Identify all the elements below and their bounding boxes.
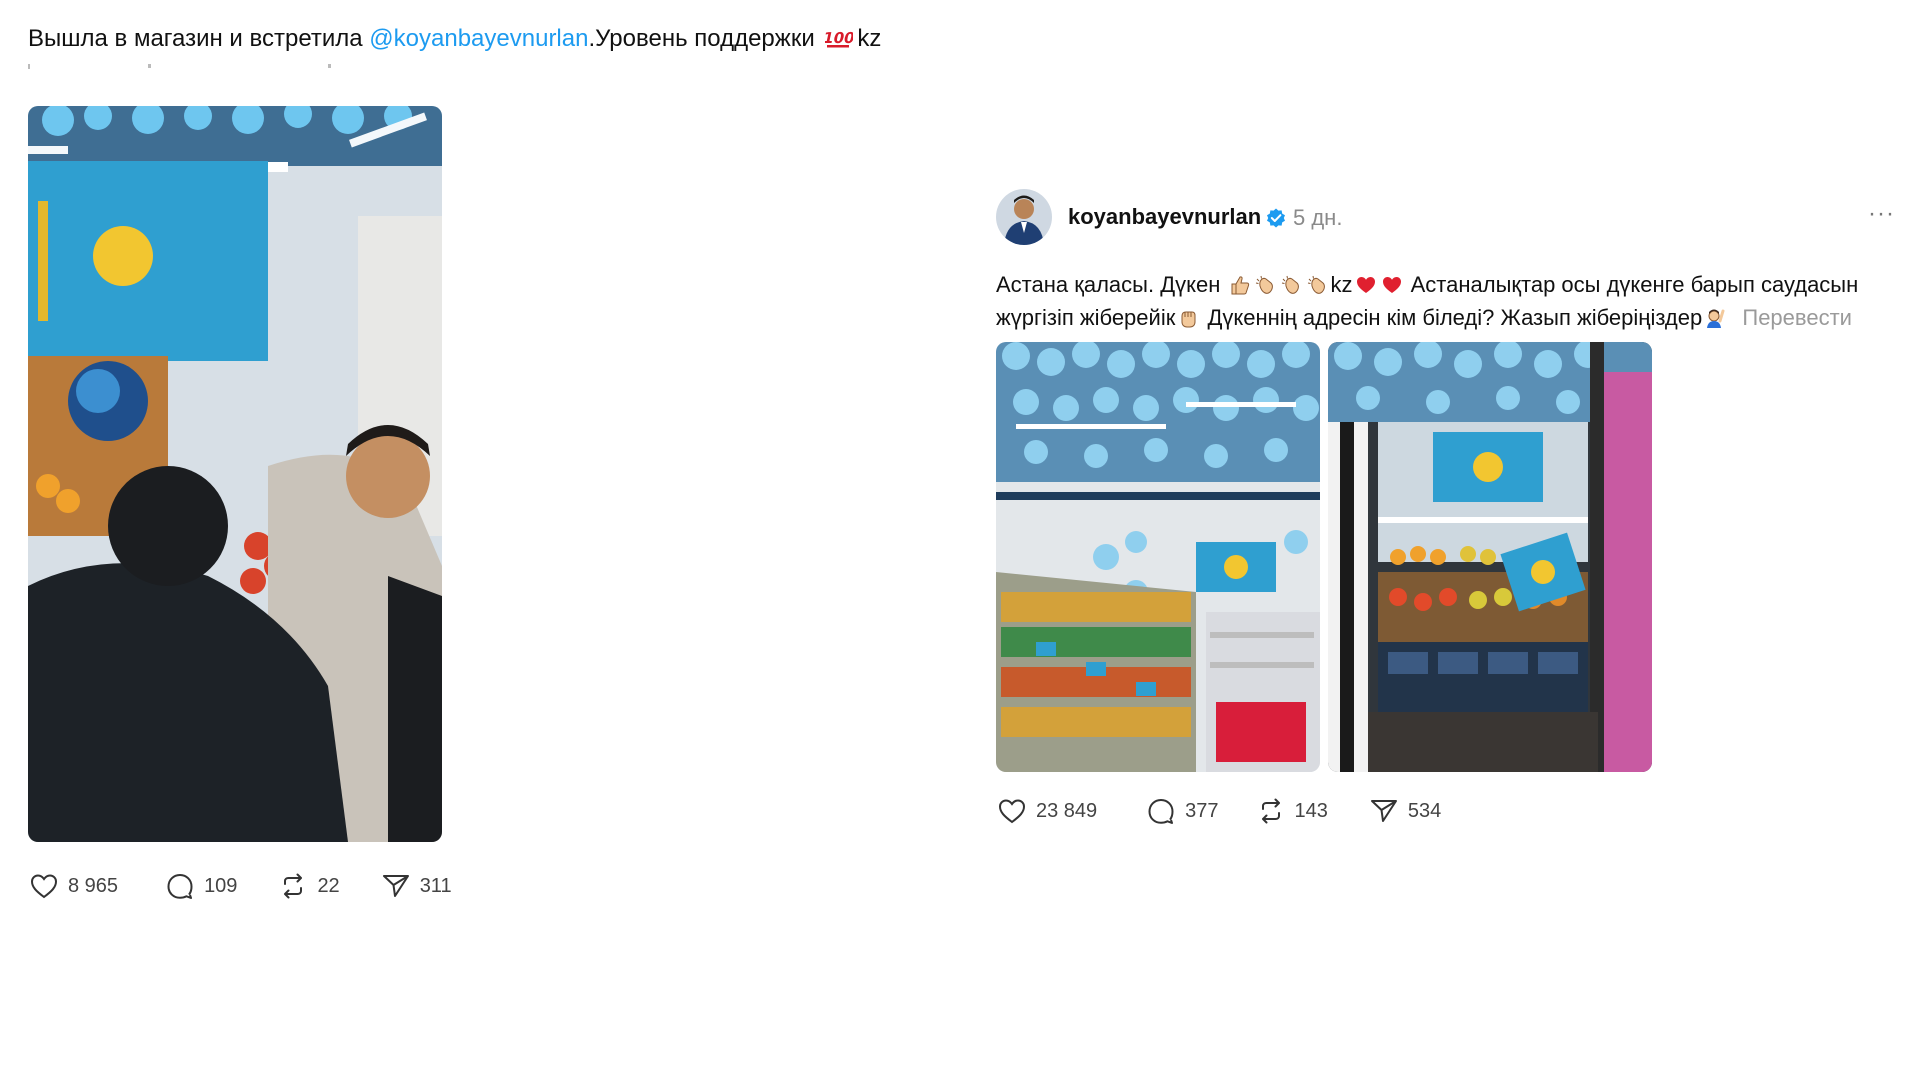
repost-icon	[284, 873, 303, 899]
clapping-hands-icon	[1307, 275, 1325, 294]
post-text-2: Астаналықтар осы дүкенге барып саудасын	[1404, 272, 1859, 297]
translate-link[interactable]: Перевести	[1742, 305, 1852, 330]
share-count: 534	[1407, 799, 1442, 822]
clapping-hands-icon	[1281, 275, 1299, 294]
person-raising-hand-icon	[1707, 309, 1725, 328]
clapping-hands-icon	[1255, 275, 1273, 294]
post-time: 5 дн.	[1293, 205, 1343, 230]
caption-kz: kz	[857, 25, 882, 52]
verified-badge-icon	[1267, 208, 1285, 228]
repost-button[interactable]: 143	[1255, 795, 1328, 827]
post-text: Астана қаласы. Дүкен	[996, 272, 1221, 297]
video-frame	[28, 106, 442, 842]
comment-count: 377	[1185, 799, 1219, 822]
like-count: 8 965	[68, 874, 119, 897]
comment-button[interactable]: 377	[1145, 795, 1219, 827]
raised-fist-icon	[1181, 311, 1196, 328]
mention-link[interactable]: @koyanbayevnurlan	[369, 25, 588, 52]
repost-count: 143	[1294, 799, 1328, 822]
comment-count: 109	[204, 874, 238, 897]
heart-icon	[30, 874, 58, 899]
share-button[interactable]: 311	[380, 870, 452, 902]
like-button[interactable]: 23 849	[996, 795, 1097, 827]
comment-icon	[167, 874, 193, 899]
avatar[interactable]	[996, 189, 1052, 245]
more-options-icon[interactable]: ···	[1868, 200, 1895, 228]
avatar-image	[996, 189, 1052, 245]
heart-icon	[998, 799, 1026, 824]
left-post-caption: Вышла в магазин и встретила @koyanbayevn…	[28, 22, 881, 53]
username[interactable]: koyanbayevnurlan	[1068, 204, 1261, 230]
post-text-line-2: жүргізіп жіберейік Дүкеннің адресін кім …	[996, 303, 1852, 331]
red-heart-icon	[1382, 277, 1401, 293]
right-post-actions: 23 849 377 143 534	[996, 795, 1441, 827]
send-icon	[382, 875, 409, 897]
post-text-line-1: Астана қаласы. Дүкен kz Астаналықтар осы…	[996, 270, 1858, 298]
repost-icon	[1261, 798, 1280, 824]
hundred-points-icon: 100	[825, 29, 853, 48]
comment-button[interactable]: 109	[164, 870, 237, 902]
video-player[interactable]	[28, 106, 442, 842]
share-button[interactable]: 534	[1368, 795, 1441, 827]
repost-count: 22	[317, 874, 340, 897]
red-heart-icon	[1356, 277, 1375, 293]
share-count: 311	[419, 874, 452, 897]
cropped-text-line	[28, 64, 331, 69]
post-photo-2[interactable]	[1328, 342, 1652, 772]
store-interior-image	[996, 342, 1320, 772]
like-count: 23 849	[1036, 799, 1098, 822]
thumbs-up-icon	[1231, 276, 1249, 295]
post-text-3: жүргізіп жіберейік	[996, 305, 1176, 330]
post-text-kz: kz	[1330, 272, 1353, 297]
caption-text: Вышла в магазин и встретила	[28, 25, 370, 52]
comment-icon	[1148, 799, 1174, 824]
send-icon	[1370, 800, 1397, 822]
like-button[interactable]: 8 965	[28, 870, 118, 902]
post-photo-1[interactable]	[996, 342, 1320, 772]
store-entrance-image	[1328, 342, 1652, 772]
left-post-actions: 8 965 109 22 311	[28, 870, 452, 902]
repost-button[interactable]: 22	[277, 870, 340, 902]
caption-text-2: .Уровень поддержки	[588, 25, 815, 52]
svg-text:100: 100	[825, 29, 853, 47]
post-text-4: Дүкеннің адресін кім біледі? Жазып жібер…	[1201, 305, 1703, 330]
